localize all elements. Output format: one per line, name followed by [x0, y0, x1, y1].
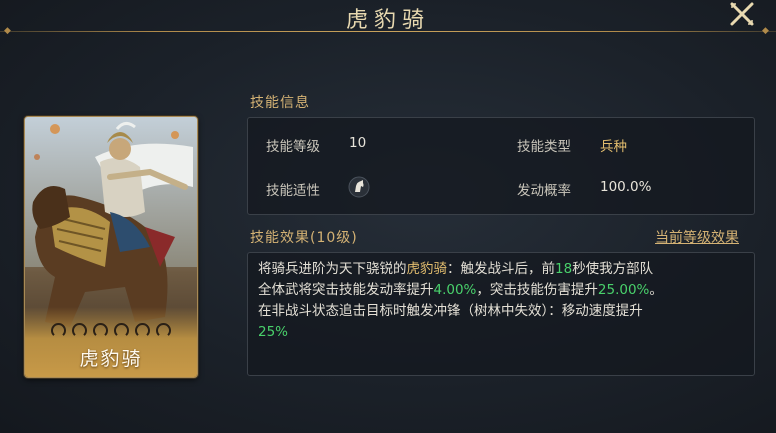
effect-line: 在非战斗状态追击目标时触发冲锋（树林中失效）：移动速度提升 [258, 301, 746, 322]
horse-icon[interactable] [348, 176, 370, 202]
ring-icon [114, 323, 129, 338]
skill-type-label: 技能类型 [517, 139, 571, 155]
effect-line: 25% [258, 322, 746, 343]
skill-chance-label: 发动概率 [517, 183, 571, 199]
page-title: 虎豹骑 [345, 8, 430, 33]
skill-info-title: 技能信息 [250, 95, 310, 111]
effect-text-segment: ，突击技能伤害提升 [476, 282, 598, 298]
header-bar: 虎豹骑 ◆ ◆ [0, 0, 776, 36]
effect-value: 25% [258, 324, 289, 340]
skill-level-value: 10 [349, 135, 367, 151]
skill-level-label: 技能等级 [266, 139, 320, 155]
effect-line: 全体武将突击技能发动率提升4.00%，突击技能伤害提升25.00%。 [258, 280, 746, 301]
header-divider [0, 31, 776, 32]
effect-value: 4.00% [433, 282, 477, 298]
current-level-effect-link[interactable]: 当前等级效果 [655, 227, 739, 247]
effect-highlight: 虎豹骑 [406, 261, 448, 277]
ring-icon [51, 323, 66, 338]
effect-line: 将骑兵进阶为天下骁锐的虎豹骑：触发战斗后，前18秒使我方部队 [258, 259, 746, 280]
skill-terrain-label: 技能适性 [266, 183, 320, 199]
ring-icon [156, 323, 171, 338]
skill-info-panel: 技能等级 10 技能类型 兵种 技能适性 发动概率 100.0% [247, 117, 755, 215]
effect-text-segment: 在非战斗状态追击目标时触发冲锋（树林中失效）：移动速度提升 [258, 303, 643, 319]
effect-text-segment: 。 [649, 282, 663, 298]
skill-effect-text: 将骑兵进阶为天下骁锐的虎豹骑：触发战斗后，前18秒使我方部队 全体武将突击技能发… [258, 259, 746, 343]
skill-effect-panel: 将骑兵进阶为天下骁锐的虎豹骑：触发战斗后，前18秒使我方部队 全体武将突击技能发… [247, 252, 755, 376]
ring-icon [72, 323, 87, 338]
effect-value: 18 [555, 261, 573, 277]
effect-text-segment: ：触发战斗后，前 [447, 261, 555, 277]
effect-text-segment: 将骑兵进阶为天下骁锐的 [258, 261, 407, 277]
divider-ornament-right-icon: ◆ [762, 26, 769, 36]
unit-card: 虎豹骑 [24, 116, 198, 378]
skill-chance-value: 100.0% [600, 179, 652, 195]
skill-type-value: 兵种 [600, 139, 627, 155]
effect-value: 25.00% [597, 282, 650, 298]
close-button[interactable] [727, 0, 757, 28]
effect-text-segment: 秒使我方部队 [572, 261, 654, 277]
unit-name: 虎豹骑 [79, 348, 143, 370]
divider-ornament-left-icon: ◆ [4, 26, 11, 36]
ring-icon [93, 323, 108, 338]
skill-effect-title: 技能效果(10级) [250, 230, 358, 246]
upgrade-rings [25, 323, 197, 338]
effect-text-segment: 全体武将突击技能发动率提升 [258, 282, 434, 298]
close-icon [730, 2, 754, 26]
ring-icon [135, 323, 150, 338]
